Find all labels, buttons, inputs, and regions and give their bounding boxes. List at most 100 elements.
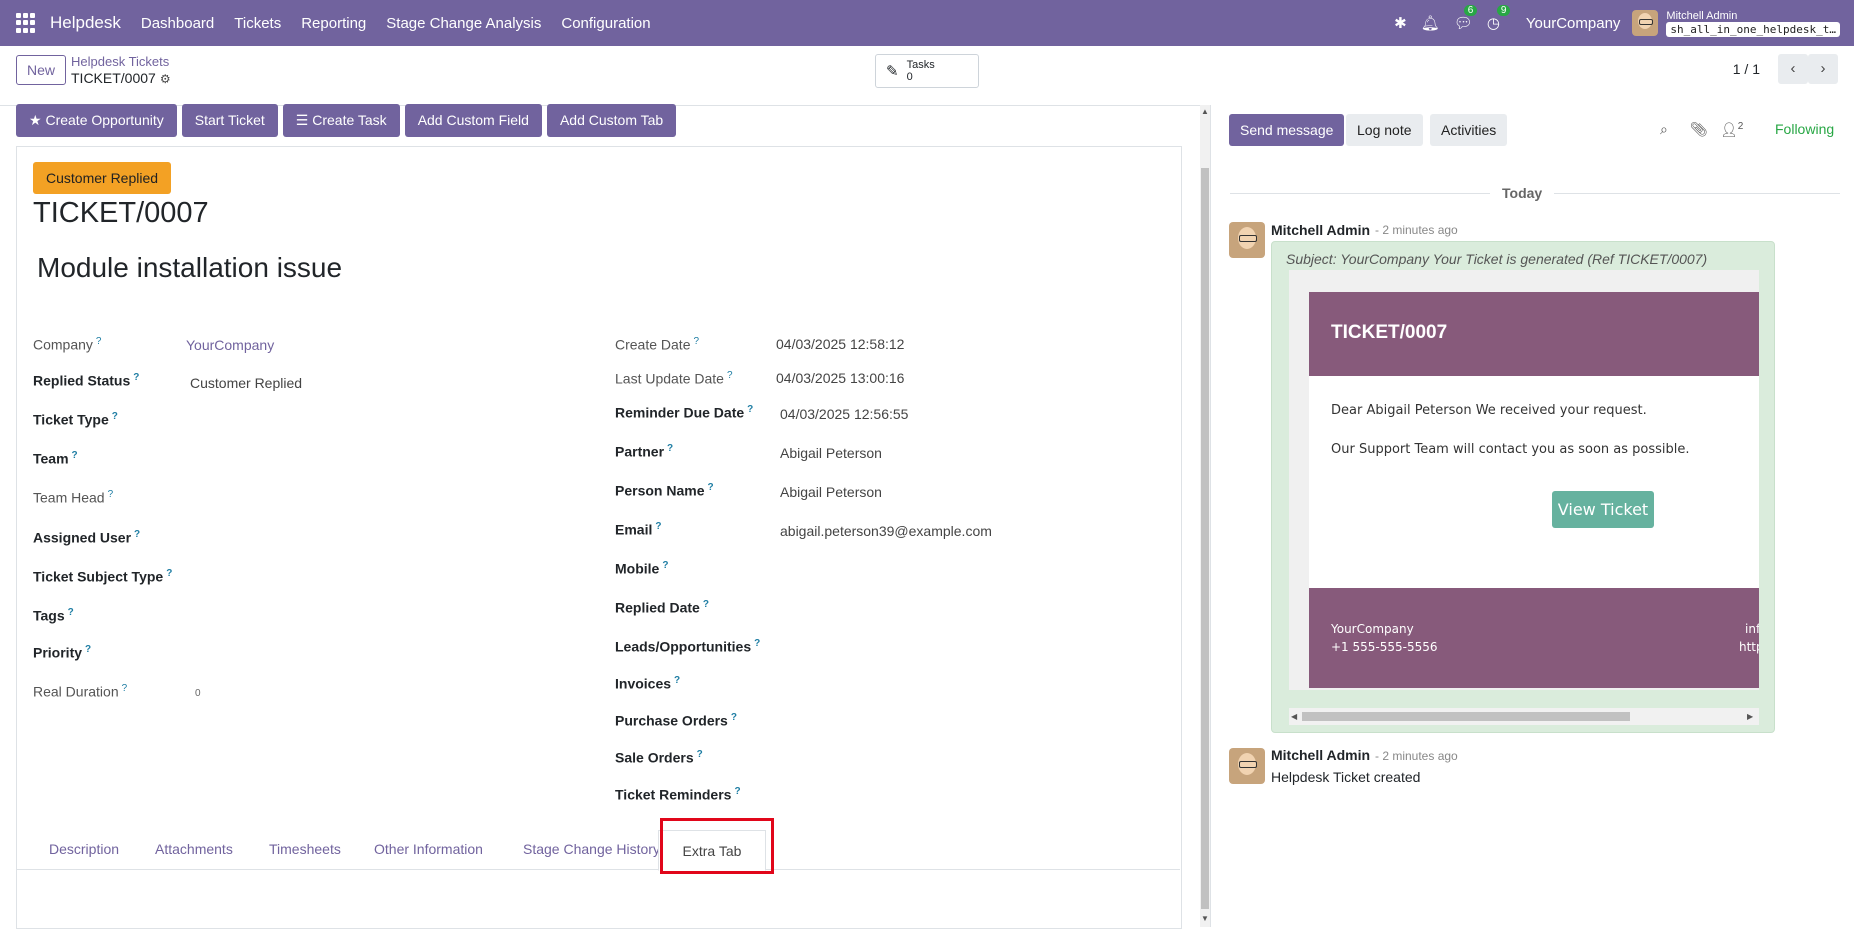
activities-button[interactable]: Activities xyxy=(1430,114,1508,146)
add-custom-tab-button[interactable]: Add Custom Tab xyxy=(546,104,677,137)
sale-orders-label: Sale Orders? xyxy=(615,749,703,766)
menu-configuration[interactable]: Configuration xyxy=(561,15,650,32)
paperclip-icon[interactable]: 📎︎ xyxy=(1690,121,1708,138)
replied-status-label: Replied Status? xyxy=(33,372,140,389)
breadcrumb-helpdesk-tickets[interactable]: Helpdesk Tickets xyxy=(71,54,169,69)
list-icon: ☰ xyxy=(295,112,313,128)
create-date-value: 04/03/2025 12:58:12 xyxy=(776,336,905,352)
create-opportunity-label: Create Opportunity xyxy=(45,112,164,128)
ticket-reminders-label: Ticket Reminders? xyxy=(615,786,741,803)
email-label: Email? xyxy=(615,521,662,538)
following-button[interactable]: Following xyxy=(1775,121,1834,137)
tab-description[interactable]: Description xyxy=(49,841,119,857)
last-update-date-label: Last Update Date? xyxy=(615,370,733,387)
start-ticket-button[interactable]: Start Ticket xyxy=(181,104,278,137)
log-note-button[interactable]: Log note xyxy=(1346,114,1423,146)
message-author-avatar[interactable] xyxy=(1229,748,1265,784)
new-button[interactable]: New xyxy=(16,55,67,85)
email-subject: Subject: YourCompany Your Ticket is gene… xyxy=(1286,251,1708,267)
followers-icon[interactable]: 👤︎2 xyxy=(1720,121,1743,139)
ticket-subject-type-label: Ticket Subject Type? xyxy=(33,568,173,585)
partner-label: Partner? xyxy=(615,443,674,460)
footer-website-truncated: http xyxy=(1739,640,1759,654)
activities-count-badge: 9 xyxy=(1496,5,1511,16)
pager-value[interactable]: 1 / 1 xyxy=(1733,61,1760,77)
footer-email-truncated: inf xyxy=(1745,622,1759,636)
create-task-button[interactable]: ☰ Create Task xyxy=(282,104,400,137)
send-message-button[interactable]: Send message xyxy=(1229,114,1345,146)
scroll-right-arrow-icon[interactable]: ▶ xyxy=(1747,712,1753,721)
tasks-smart-button[interactable]: ✎ Tasks 0 xyxy=(875,54,979,88)
message-time: - 2 minutes ago xyxy=(1375,749,1458,763)
status-badge[interactable]: Customer Replied xyxy=(33,162,172,194)
apps-menu-icon[interactable] xyxy=(16,13,36,33)
scroll-left-arrow-icon[interactable]: ◀ xyxy=(1291,712,1297,721)
priority-label: Priority? xyxy=(33,644,92,661)
assigned-user-label: Assigned User? xyxy=(33,529,141,546)
company-label: Company? xyxy=(33,336,102,353)
gear-icon[interactable]: ⚙ xyxy=(160,72,171,86)
user-name: Mitchell Admin xyxy=(1666,10,1738,22)
activities-clock-icon[interactable]: ◷ 9 xyxy=(1487,5,1511,32)
search-icon[interactable]: ⌕ xyxy=(1660,121,1668,138)
messages-count-badge: 6 xyxy=(1463,5,1478,16)
view-ticket-button[interactable]: View Ticket xyxy=(1552,491,1654,528)
notebook-tabs: Description Attachments Timesheets Other… xyxy=(16,824,1180,870)
user-avatar[interactable] xyxy=(1632,10,1659,36)
breadcrumb-current-record: TICKET/0007 ⚙ xyxy=(71,70,171,86)
reminder-due-date-value[interactable]: 04/03/2025 12:56:55 xyxy=(780,406,908,422)
tasks-count: 0 xyxy=(906,71,913,83)
partner-value[interactable]: Abigail Peterson xyxy=(780,445,882,461)
control-panel: New Helpdesk Tickets TICKET/0007 ⚙ ✎ Task… xyxy=(0,46,1854,106)
tab-other-information[interactable]: Other Information xyxy=(374,841,483,857)
tab-stage-change-history[interactable]: Stage Change History xyxy=(523,841,660,857)
ticket-subject[interactable]: Module installation issue xyxy=(37,252,342,284)
tab-timesheets[interactable]: Timesheets xyxy=(269,841,341,857)
ticket-type-label: Ticket Type? xyxy=(33,411,118,428)
pager-previous-button[interactable]: ‹ xyxy=(1778,54,1808,84)
create-opportunity-button[interactable]: ★ Create Opportunity xyxy=(16,104,177,137)
last-update-date-value: 04/03/2025 13:00:16 xyxy=(776,370,905,386)
tags-label: Tags? xyxy=(33,607,74,624)
menu-reporting[interactable]: Reporting xyxy=(301,15,366,32)
debug-bug-icon[interactable]: ✱ xyxy=(1394,14,1407,32)
email-ticket-title: TICKET/0007 xyxy=(1331,322,1448,343)
messages-icon[interactable]: 💬︎ 6 xyxy=(1454,5,1478,32)
user-menu[interactable]: Mitchell Admin sh_all_in_one_helpdesk_t… xyxy=(1666,10,1840,37)
message-body: Helpdesk Ticket created xyxy=(1271,769,1421,785)
email-line-1: Dear Abigail Peterson We received your r… xyxy=(1331,403,1647,418)
add-custom-field-button[interactable]: Add Custom Field xyxy=(404,104,542,137)
menu-tickets[interactable]: Tickets xyxy=(234,15,281,32)
team-head-label: Team Head? xyxy=(33,489,114,506)
pager-next-button[interactable]: › xyxy=(1808,54,1838,84)
mobile-label: Mobile? xyxy=(615,560,669,577)
reminder-due-date-label: Reminder Due Date? xyxy=(615,404,754,421)
scroll-up-arrow-icon[interactable]: ▲ xyxy=(1201,107,1209,116)
invoices-label: Invoices? xyxy=(615,675,681,692)
menu-dashboard[interactable]: Dashboard xyxy=(141,15,214,32)
replied-status-value[interactable]: Customer Replied xyxy=(190,375,302,391)
email-value[interactable]: abigail.peterson39@example.com xyxy=(780,523,992,539)
message-author[interactable]: Mitchell Admin xyxy=(1271,747,1370,763)
annotation-highlight-box xyxy=(660,818,774,874)
header-action-bar: ★ Create Opportunity Start Ticket ☰ Crea… xyxy=(16,104,677,137)
menu-stage-change-analysis[interactable]: Stage Change Analysis xyxy=(386,15,541,32)
person-name-label: Person Name? xyxy=(615,482,714,499)
message-author[interactable]: Mitchell Admin xyxy=(1271,222,1370,238)
message-author-avatar[interactable] xyxy=(1229,222,1265,258)
company-switcher[interactable]: YourCompany xyxy=(1526,15,1621,32)
form-scrollbar-thumb[interactable] xyxy=(1201,168,1209,909)
tab-attachments[interactable]: Attachments xyxy=(155,841,233,857)
scroll-down-arrow-icon[interactable]: ▼ xyxy=(1201,914,1209,923)
bell-icon[interactable]: 🔔︎ xyxy=(1421,14,1440,32)
email-line-2: Our Support Team will contact you as soo… xyxy=(1331,442,1690,457)
purchase-orders-label: Purchase Orders? xyxy=(615,712,737,729)
top-navbar: Helpdesk Dashboard Tickets Reporting Sta… xyxy=(0,0,1854,46)
email-horizontal-scrollbar-thumb[interactable] xyxy=(1302,712,1630,721)
person-name-value[interactable]: Abigail Peterson xyxy=(780,484,882,500)
company-value[interactable]: YourCompany xyxy=(186,337,274,353)
real-duration-label: Real Duration? xyxy=(33,683,128,700)
app-brand[interactable]: Helpdesk xyxy=(50,13,121,33)
team-label: Team? xyxy=(33,450,78,467)
record-name: TICKET/0007 xyxy=(71,70,156,86)
